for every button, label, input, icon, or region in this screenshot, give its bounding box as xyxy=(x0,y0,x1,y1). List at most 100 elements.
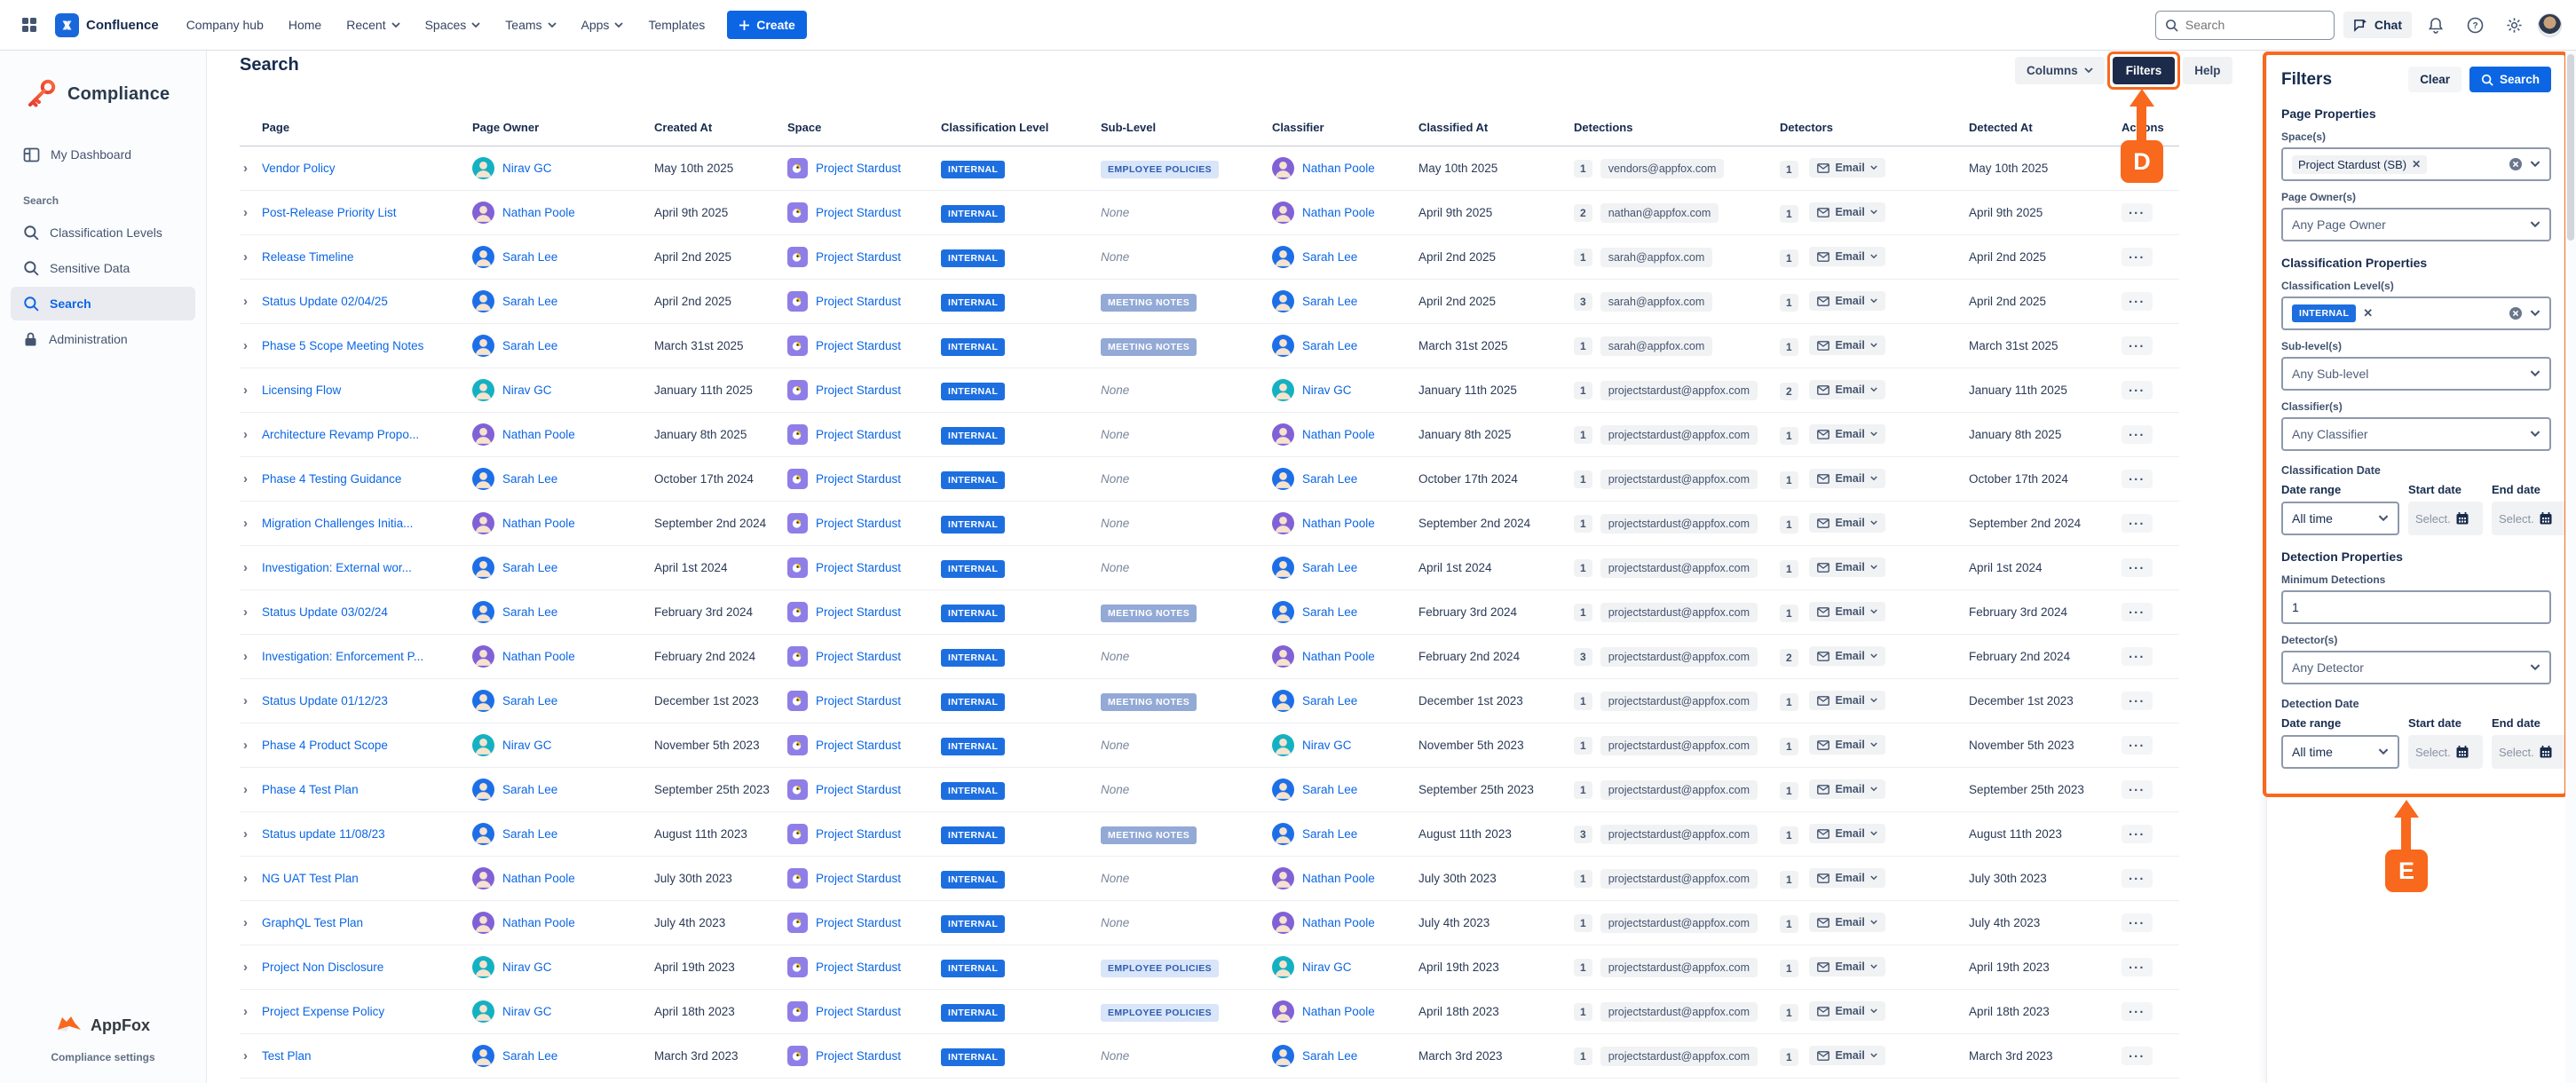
row-actions-button[interactable]: ... xyxy=(2122,913,2153,932)
row-actions-button[interactable]: ... xyxy=(2122,825,2153,843)
row-actions-button[interactable]: ... xyxy=(2122,470,2153,488)
page-link[interactable]: Status Update 01/12/23 xyxy=(262,694,388,708)
page-owner-link[interactable]: Nathan Poole xyxy=(502,428,575,441)
space-link[interactable]: Project Stardust xyxy=(816,605,901,619)
sidebar-item-classification-levels[interactable]: Classification Levels xyxy=(11,216,195,249)
clear-filters-button[interactable]: Clear xyxy=(2408,67,2461,92)
nav-teams[interactable]: Teams xyxy=(495,11,565,39)
page-link[interactable]: Investigation: External wor... xyxy=(262,561,412,574)
help-icon[interactable]: ? xyxy=(2460,10,2490,40)
row-expander-icon[interactable]: › xyxy=(240,1004,251,1019)
columns-button[interactable]: Columns xyxy=(2015,57,2105,84)
sidebar-item-sensitive-data[interactable]: Sensitive Data xyxy=(11,251,195,285)
page-link[interactable]: Investigation: Enforcement P... xyxy=(262,650,423,663)
user-avatar[interactable] xyxy=(2538,13,2562,37)
compliance-settings-link[interactable]: Compliance settings xyxy=(0,1051,206,1063)
nav-home[interactable]: Home xyxy=(279,11,331,39)
classifier-link[interactable]: Nathan Poole xyxy=(1302,916,1375,929)
detector-email-dropdown[interactable]: Email xyxy=(1809,957,1885,976)
page-owner-link[interactable]: Sarah Lee xyxy=(502,472,557,486)
space-link[interactable]: Project Stardust xyxy=(816,960,901,974)
settings-gear-icon[interactable] xyxy=(2499,10,2529,40)
notifications-icon[interactable] xyxy=(2421,10,2451,40)
row-expander-icon[interactable]: › xyxy=(240,338,251,353)
classifier-link[interactable]: Nirav GC xyxy=(1302,739,1352,752)
page-link[interactable]: Release Timeline xyxy=(262,250,354,264)
page-owner-link[interactable]: Sarah Lee xyxy=(502,694,557,708)
row-expander-icon[interactable]: › xyxy=(240,1048,251,1063)
chat-button[interactable]: Chat xyxy=(2343,12,2412,38)
detector-email-dropdown[interactable]: Email xyxy=(1809,691,1885,710)
classifier-link[interactable]: Nathan Poole xyxy=(1302,206,1375,219)
remove-chip-icon[interactable]: ✕ xyxy=(2363,306,2373,320)
page-owner-link[interactable]: Nirav GC xyxy=(502,162,552,175)
row-expander-icon[interactable]: › xyxy=(240,471,251,486)
row-expander-icon[interactable]: › xyxy=(240,782,251,797)
detector-email-dropdown[interactable]: Email xyxy=(1809,513,1885,533)
detector-email-dropdown[interactable]: Email xyxy=(1809,913,1885,932)
spaces-select[interactable]: Project Stardust (SB)✕ xyxy=(2281,147,2551,181)
row-actions-button[interactable]: ... xyxy=(2122,381,2153,399)
filters-button[interactable]: Filters xyxy=(2113,57,2176,84)
page-owner-link[interactable]: Nathan Poole xyxy=(502,916,575,929)
row-actions-button[interactable]: ... xyxy=(2122,514,2153,533)
row-expander-icon[interactable]: › xyxy=(240,249,251,265)
detector-email-dropdown[interactable]: Email xyxy=(1809,291,1885,311)
space-link[interactable]: Project Stardust xyxy=(816,1049,901,1063)
page-owner-link[interactable]: Nathan Poole xyxy=(502,650,575,663)
space-link[interactable]: Project Stardust xyxy=(816,162,901,175)
clear-select-icon[interactable] xyxy=(2509,157,2523,171)
space-link[interactable]: Project Stardust xyxy=(816,383,901,397)
page-owner-link[interactable]: Sarah Lee xyxy=(502,1049,557,1063)
space-link[interactable]: Project Stardust xyxy=(816,517,901,530)
create-button[interactable]: Create xyxy=(727,11,807,39)
detector-email-dropdown[interactable]: Email xyxy=(1809,469,1885,488)
classifier-link[interactable]: Sarah Lee xyxy=(1302,295,1357,308)
global-search[interactable] xyxy=(2155,11,2335,40)
page-owner-link[interactable]: Sarah Lee xyxy=(502,295,557,308)
nav-spaces[interactable]: Spaces xyxy=(415,11,491,39)
row-actions-button[interactable]: ... xyxy=(2122,336,2153,355)
classifier-link[interactable]: Nathan Poole xyxy=(1302,162,1375,175)
row-actions-button[interactable]: ... xyxy=(2122,558,2153,577)
classifier-link[interactable]: Sarah Lee xyxy=(1302,472,1357,486)
page-owner-link[interactable]: Nirav GC xyxy=(502,383,552,397)
classifier-link[interactable]: Nathan Poole xyxy=(1302,517,1375,530)
detector-email-dropdown[interactable]: Email xyxy=(1809,646,1885,666)
row-expander-icon[interactable]: › xyxy=(240,871,251,886)
confluence-logo[interactable]: Confluence xyxy=(55,13,159,37)
page-owner-link[interactable]: Nathan Poole xyxy=(502,517,575,530)
classifier-link[interactable]: Sarah Lee xyxy=(1302,250,1357,264)
help-button[interactable]: Help xyxy=(2183,57,2232,84)
page-owner-link[interactable]: Sarah Lee xyxy=(502,783,557,796)
nav-recent[interactable]: Recent xyxy=(336,11,409,39)
page-link[interactable]: Phase 4 Testing Guidance xyxy=(262,472,401,486)
space-link[interactable]: Project Stardust xyxy=(816,694,901,708)
classifier-link[interactable]: Sarah Lee xyxy=(1302,783,1357,796)
classifier-link[interactable]: Nathan Poole xyxy=(1302,428,1375,441)
classifier-link[interactable]: Nirav GC xyxy=(1302,960,1352,974)
detector-email-dropdown[interactable]: Email xyxy=(1809,824,1885,843)
app-switcher-icon[interactable] xyxy=(14,10,44,40)
space-link[interactable]: Project Stardust xyxy=(816,472,901,486)
row-expander-icon[interactable]: › xyxy=(240,427,251,442)
row-actions-button[interactable]: ... xyxy=(2122,1047,2153,1065)
space-link[interactable]: Project Stardust xyxy=(816,783,901,796)
row-actions-button[interactable]: ... xyxy=(2122,1002,2153,1021)
detection-start-date-input[interactable]: Select. xyxy=(2408,735,2483,769)
page-link[interactable]: Status Update 03/02/24 xyxy=(262,605,388,619)
nav-apps[interactable]: Apps xyxy=(572,11,634,39)
apply-search-button[interactable]: Search xyxy=(2469,67,2551,92)
page-link[interactable]: Phase 5 Scope Meeting Notes xyxy=(262,339,423,352)
classifier-link[interactable]: Sarah Lee xyxy=(1302,1049,1357,1063)
detectors-select[interactable]: Any Detector xyxy=(2281,651,2551,684)
row-actions-button[interactable]: ... xyxy=(2122,248,2153,266)
min-detections-input[interactable] xyxy=(2281,590,2551,624)
page-link[interactable]: Migration Challenges Initia... xyxy=(262,517,413,530)
page-owner-link[interactable]: Sarah Lee xyxy=(502,250,557,264)
sidebar-item-administration[interactable]: Administration xyxy=(11,322,195,356)
detector-email-dropdown[interactable]: Email xyxy=(1809,380,1885,399)
space-link[interactable]: Project Stardust xyxy=(816,872,901,885)
nav-templates[interactable]: Templates xyxy=(638,11,715,39)
detector-email-dropdown[interactable]: Email xyxy=(1809,779,1885,799)
